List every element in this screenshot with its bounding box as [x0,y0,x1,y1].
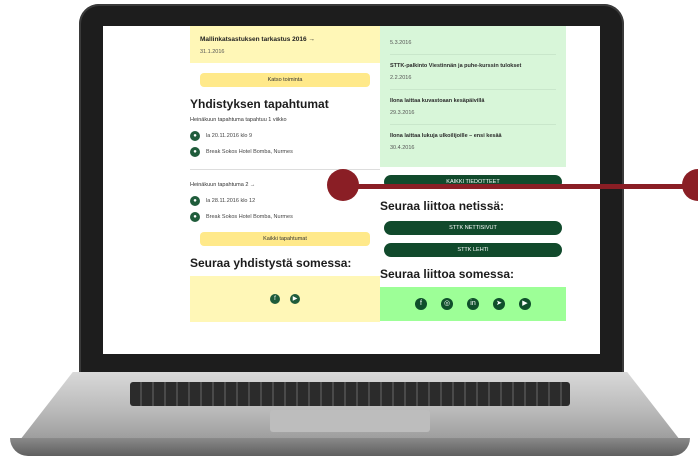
news-card[interactable]: Mallinkatsastuksen tarkastus 2016 → 31.1… [190,26,380,63]
facebook-icon[interactable]: f [270,294,280,304]
divider [190,169,380,170]
news-list: 5.3.2016 STTK-palkinto Viestinnän ja puh… [380,26,566,167]
laptop-base-lip [10,438,690,456]
trackpad [270,410,430,432]
news-item[interactable]: Ilona laittaa lukuja ulkoilijoille – ens… [390,125,556,159]
social-icons-container: f ▶ [190,276,380,322]
news-card-date: 31.1.2016 [200,49,225,55]
event-location: Break Sokos Hotel Bomba, Nurmes [206,214,293,220]
callout-line [343,184,693,189]
social-title: Seuraa yhdistystä somessa: [190,256,352,270]
event-title[interactable]: Heinäkuun tapahtuma tapahtuu 1 viikko [190,117,380,123]
callout-dot-right [682,169,698,201]
section-title-events: Yhdistyksen tapahtumat [190,97,329,111]
calendar-icon: ● [190,131,200,141]
news-date: 29.3.2016 [390,110,415,116]
sttk-website-button[interactable]: STTK NETTISIVUT [384,221,562,235]
news-date: 5.3.2016 [390,40,412,46]
youtube-icon[interactable]: ▶ [290,294,300,304]
event-date: la 28.11.2016 klo 12 [206,198,256,204]
sttk-magazine-button[interactable]: STTK LEHTI [384,243,562,257]
location-icon: ● [190,212,200,222]
callout-dot-left [327,169,359,201]
follow-online-title: Seuraa liittoa netissä: [380,199,505,213]
news-date: 2.2.2016 [390,75,412,81]
location-icon: ● [190,147,200,157]
news-title[interactable]: Ilona laittaa kuvastoaan kesäpäivillä [390,98,556,104]
news-date: 30.4.2016 [390,145,415,151]
linkedin-icon[interactable]: in [467,298,479,310]
event-location-row: ● Break Sokos Hotel Bomba, Nurmes [190,212,380,222]
keyboard [130,382,570,406]
social-title: Seuraa liittoa somessa: [380,267,515,281]
event-date: la 20.11.2016 klo 9 [206,133,253,139]
event-location: Break Sokos Hotel Bomba, Nurmes [206,149,293,155]
right-column: 5.3.2016 STTK-palkinto Viestinnän ja puh… [380,26,566,321]
youtube-icon[interactable]: ▶ [519,298,531,310]
instagram-icon[interactable]: ◎ [441,298,453,310]
event-date-row: ● la 20.11.2016 klo 9 [190,131,380,141]
event-location-row: ● Break Sokos Hotel Bomba, Nurmes [190,147,380,157]
all-events-button[interactable]: Kaikki tapahtumat [200,232,370,246]
facebook-icon[interactable]: f [415,298,427,310]
news-title[interactable]: STTK-palkinto Viestinnän ja puhe-kurssin… [390,63,556,69]
news-item[interactable]: STTK-palkinto Viestinnän ja puhe-kurssin… [390,55,556,90]
news-item-date: 5.3.2016 [390,40,556,55]
news-card-title[interactable]: Mallinkatsastuksen tarkastus 2016 → [200,36,370,43]
calendar-icon: ● [190,196,200,206]
news-item[interactable]: Ilona laittaa kuvastoaan kesäpäivillä 29… [390,90,556,125]
news-title[interactable]: Ilona laittaa lukuja ulkoilijoille – ens… [390,133,556,139]
social-icons-container: f ◎ in ➤ ▶ [380,287,566,321]
see-activities-button[interactable]: Katso toiminta [200,73,370,87]
telegram-icon[interactable]: ➤ [493,298,505,310]
